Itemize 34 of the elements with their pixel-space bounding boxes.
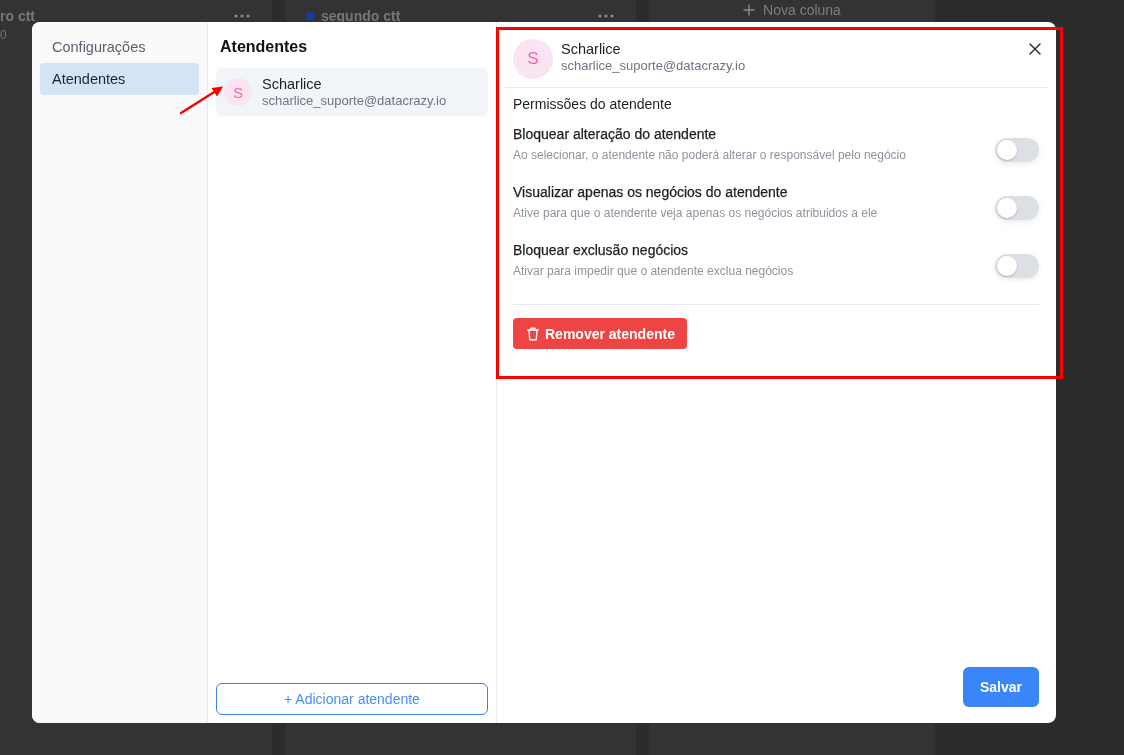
attendant-item[interactable]: S Scharlice scharlice_suporte@datacrazy.io xyxy=(216,68,488,116)
toggle-switch[interactable] xyxy=(995,254,1039,278)
column-title: ro ctt xyxy=(0,8,35,24)
column-count: 0 xyxy=(0,28,7,42)
permission-description: Ao selecionar, o atendente não poderá alterar o responsável pelo negócio xyxy=(513,148,906,162)
permission-title: Visualizar apenas os negócios do atendente xyxy=(513,184,789,200)
permission-description: Ativar para impedir que o atendente exclua negócios xyxy=(513,264,794,278)
attendant-name: Scharlice xyxy=(262,76,323,92)
attendant-email: scharlice_suporte@datacrazy.io xyxy=(262,93,447,108)
trash-icon xyxy=(527,326,539,341)
more-icon[interactable] xyxy=(234,14,250,18)
plus-icon xyxy=(743,4,756,16)
toggle-switch[interactable] xyxy=(995,196,1039,220)
add-attendant-button[interactable]: + Adicionar atendente xyxy=(216,683,488,715)
sidebar-item[interactable]: Atendentes xyxy=(40,63,199,95)
sidebar-item[interactable]: Configurações xyxy=(40,31,199,63)
remove-attendant-button[interactable]: Remover atendente xyxy=(513,318,687,349)
new-column-button[interactable]: Nova coluna xyxy=(743,2,841,18)
column-title: segundo ctt xyxy=(321,8,401,24)
annotation-arrow xyxy=(179,85,224,115)
close-button[interactable] xyxy=(1027,41,1043,57)
toggle-switch[interactable] xyxy=(995,138,1039,162)
close-icon xyxy=(1029,43,1041,55)
panel-title: Atendentes xyxy=(220,37,309,57)
attendant-name: Scharlice xyxy=(561,41,622,57)
permission-title: Bloquear alteração do atendente xyxy=(513,126,718,142)
permission-title: Bloquear exclusão negócios xyxy=(513,242,690,258)
avatar: S xyxy=(224,78,252,106)
save-button[interactable]: Salvar xyxy=(963,667,1039,707)
section-title: Permissões do atendente xyxy=(513,96,673,112)
avatar: S xyxy=(513,39,553,79)
more-icon[interactable] xyxy=(598,14,614,18)
permission-description: Ative para que o atendente veja apenas os negócios atribuidos a ele xyxy=(513,206,878,220)
attendant-email: scharlice_suporte@datacrazy.io xyxy=(561,58,747,73)
